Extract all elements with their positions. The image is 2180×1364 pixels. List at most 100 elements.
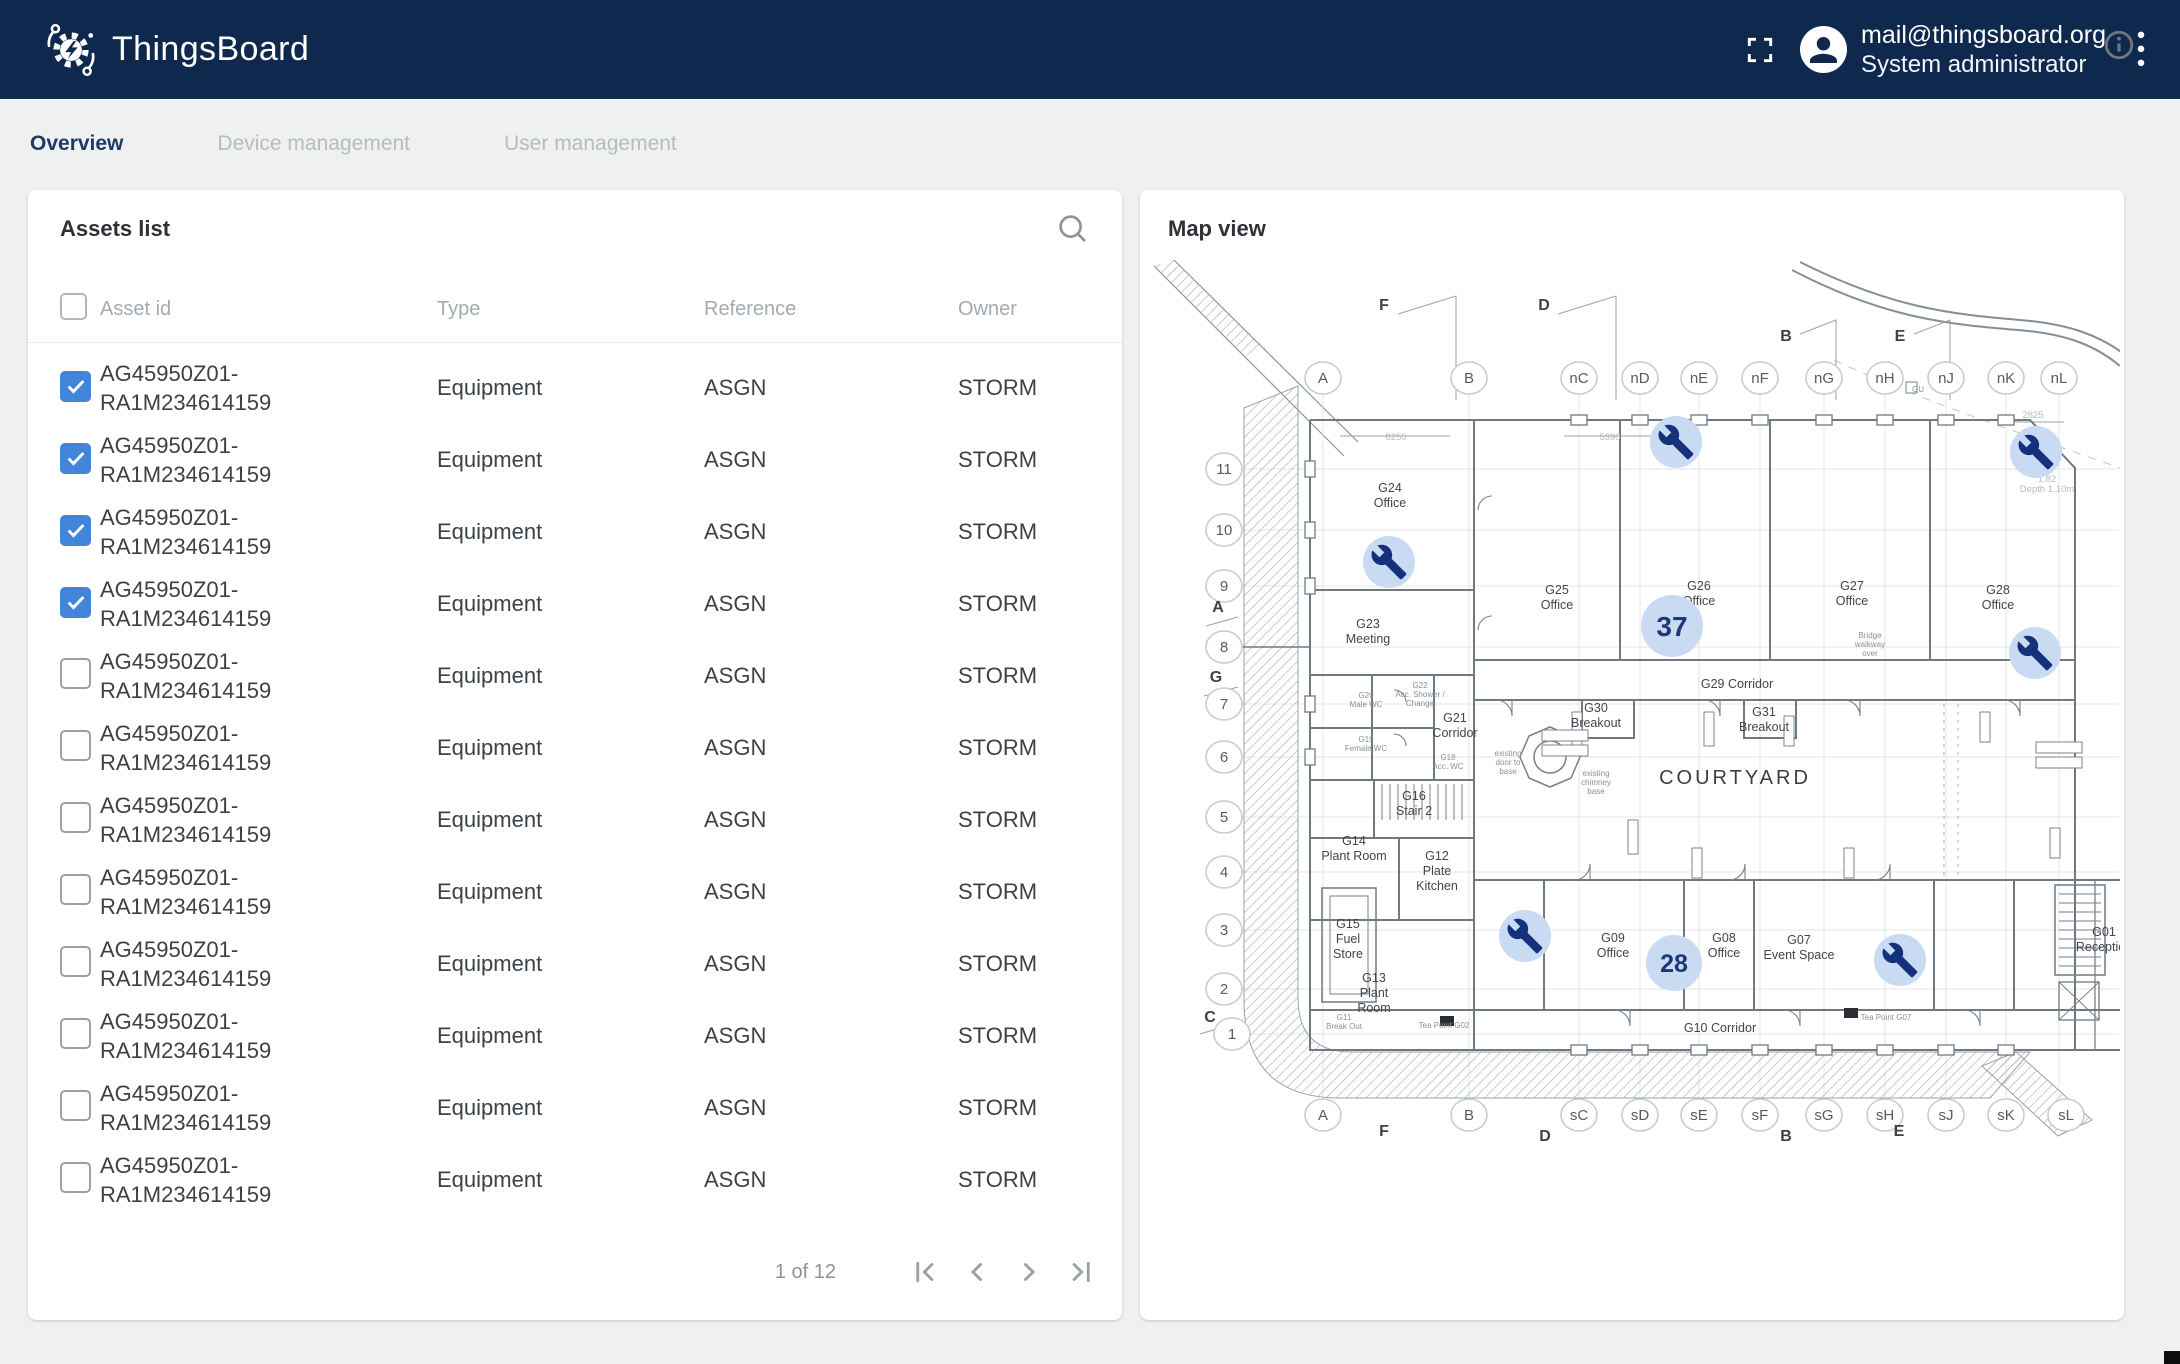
svg-text:sJ: sJ (1939, 1107, 1954, 1124)
axis-letter: D (1539, 1128, 1551, 1145)
room-label: G01Reception (2076, 925, 2120, 954)
row-checkbox[interactable] (60, 1018, 91, 1049)
row-checkbox[interactable] (60, 587, 91, 618)
search-button[interactable] (1054, 210, 1092, 248)
asset-marker[interactable] (1874, 934, 1926, 986)
row-checkbox[interactable] (60, 443, 91, 474)
svg-text:sG: sG (1814, 1107, 1833, 1124)
app-header: ThingsBoard mail@thingsboard.org System … (0, 0, 2180, 99)
cell-owner: STORM (958, 375, 1122, 401)
row-checkbox[interactable] (60, 946, 91, 977)
table-row[interactable]: AG45950Z01-RA1M234614159EquipmentASGNSTO… (28, 784, 1122, 856)
grid-bubble: nG (1806, 362, 1842, 394)
svg-text:A: A (1318, 370, 1328, 387)
table-row[interactable]: AG45950Z01-RA1M234614159EquipmentASGNSTO… (28, 640, 1122, 712)
next-page-button[interactable] (1014, 1257, 1044, 1287)
header-divider (28, 342, 1122, 343)
account-info[interactable]: mail@thingsboard.org System administrato… (1861, 20, 2106, 80)
table-row[interactable]: AG45950Z01-RA1M234614159EquipmentASGNSTO… (28, 424, 1122, 496)
select-all-checkbox[interactable] (60, 293, 87, 320)
tab-device-management[interactable]: Device management (217, 132, 410, 156)
column-asset-id: Asset id (100, 298, 437, 321)
grid-bubble: 3 (1206, 914, 1242, 946)
marker-cluster[interactable]: 37 (1641, 595, 1703, 657)
axis-letter: D (1538, 297, 1550, 314)
table-row[interactable]: AG45950Z01-RA1M234614159EquipmentASGNSTO… (28, 352, 1122, 424)
row-checkbox[interactable] (60, 1090, 91, 1121)
row-checkbox[interactable] (60, 658, 91, 689)
fullscreen-icon (1744, 34, 1776, 66)
cell-type: Equipment (437, 1095, 704, 1121)
column-reference: Reference (704, 298, 958, 321)
table-row[interactable]: AG45950Z01-RA1M234614159EquipmentASGNSTO… (28, 1000, 1122, 1072)
marker-cluster[interactable]: 28 (1646, 935, 1702, 991)
tab-user-management[interactable]: User management (504, 132, 677, 156)
cell-owner: STORM (958, 591, 1122, 617)
table-row[interactable]: AG45950Z01-RA1M234614159EquipmentASGNSTO… (28, 1144, 1122, 1216)
table-row[interactable]: AG45950Z01-RA1M234614159EquipmentASGNSTO… (28, 1072, 1122, 1144)
cell-asset-id: AG45950Z01-RA1M234614159 (100, 719, 437, 777)
small-label: Bridgewalkwayover (1854, 631, 1885, 658)
cell-owner: STORM (958, 663, 1122, 689)
last-page-button[interactable] (1066, 1257, 1096, 1287)
grid-bubble: sC (1561, 1099, 1597, 1131)
grid-bubble: sK (1988, 1099, 2024, 1131)
cell-asset-id: AG45950Z01-RA1M234614159 (100, 863, 437, 921)
annotation: 1.82Depth 1.10m (2020, 474, 2074, 495)
cell-owner: STORM (958, 1023, 1122, 1049)
svg-text:sK: sK (1997, 1107, 2015, 1124)
info-icon (2102, 28, 2136, 62)
svg-text:nE: nE (1690, 370, 1708, 387)
table-row[interactable]: AG45950Z01-RA1M234614159EquipmentASGNSTO… (28, 496, 1122, 568)
cell-reference: ASGN (704, 879, 958, 905)
room-label: G31Breakout (1739, 705, 1790, 734)
avatar[interactable] (1800, 26, 1847, 73)
corner-chip (2164, 1351, 2180, 1364)
asset-marker[interactable] (1650, 416, 1702, 468)
asset-marker[interactable] (2009, 627, 2061, 679)
row-checkbox[interactable] (60, 874, 91, 905)
cell-reference: ASGN (704, 447, 958, 473)
row-checkbox[interactable] (60, 371, 91, 402)
cell-asset-id: AG45950Z01-RA1M234614159 (100, 1007, 437, 1065)
svg-text:nJ: nJ (1938, 370, 1954, 387)
assets-list-card: Assets list Asset id Type Reference Owne… (28, 190, 1122, 1320)
svg-text:nC: nC (1569, 370, 1588, 387)
axis-letter: E (1895, 328, 1906, 345)
fullscreen-button[interactable] (1738, 28, 1782, 72)
floor-plan[interactable]: ABnCnDnEnFnGnHnJnKnLABsCsDsEsFsGsHsJsKsL… (1144, 260, 2120, 1308)
cell-owner: STORM (958, 519, 1122, 545)
asset-marker[interactable] (2010, 426, 2062, 478)
axis-letter: B (1780, 1128, 1792, 1145)
table-row[interactable]: AG45950Z01-RA1M234614159EquipmentASGNSTO… (28, 856, 1122, 928)
asset-marker[interactable] (1499, 910, 1551, 962)
tab-overview[interactable]: Overview (30, 132, 123, 156)
cell-owner: STORM (958, 1167, 1122, 1193)
row-checkbox[interactable] (60, 802, 91, 833)
info-button[interactable] (2102, 28, 2136, 62)
svg-text:sE: sE (1690, 1107, 1708, 1124)
table-row[interactable]: AG45950Z01-RA1M234614159EquipmentASGNSTO… (28, 568, 1122, 640)
grid-bubble: B (1451, 1099, 1487, 1131)
cell-reference: ASGN (704, 1023, 958, 1049)
table-row[interactable]: AG45950Z01-RA1M234614159EquipmentASGNSTO… (28, 928, 1122, 1000)
first-page-button[interactable] (910, 1257, 940, 1287)
account-email: mail@thingsboard.org (1861, 20, 2106, 50)
svg-text:nG: nG (1814, 370, 1834, 387)
app-logo[interactable]: ThingsBoard (44, 23, 309, 77)
chevron-left-icon (962, 1257, 992, 1287)
row-checkbox[interactable] (60, 515, 91, 546)
room-label: G16Stair 2 (1396, 789, 1432, 818)
svg-text:1: 1 (1228, 1026, 1236, 1043)
table-row[interactable]: AG45950Z01-RA1M234614159EquipmentASGNSTO… (28, 712, 1122, 784)
axis-letter: G (1210, 669, 1222, 686)
grid-bubble: nC (1561, 362, 1597, 394)
asset-marker[interactable] (1363, 536, 1415, 588)
row-checkbox[interactable] (60, 1162, 91, 1193)
cell-type: Equipment (437, 807, 704, 833)
axis-letter: E (1894, 1123, 1905, 1140)
row-checkbox[interactable] (60, 730, 91, 761)
previous-page-button[interactable] (962, 1257, 992, 1287)
room-label: G27Office (1836, 579, 1868, 608)
grid-bubble: 7 (1206, 688, 1242, 720)
